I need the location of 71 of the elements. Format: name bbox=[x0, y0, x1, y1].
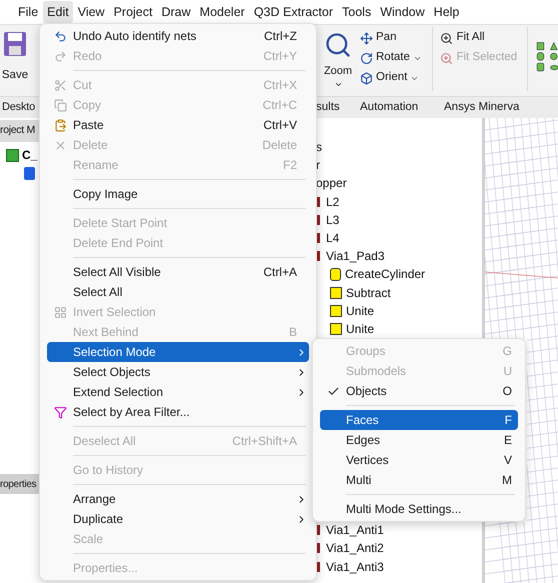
menu-bar-item[interactable]: View bbox=[74, 1, 109, 23]
fit-tool-button[interactable]: Fit All bbox=[440, 29, 518, 47]
zoom-fit-icon bbox=[440, 32, 454, 44]
tree-item[interactable]: Via1_Pad3 bbox=[326, 247, 384, 266]
project-icon bbox=[6, 148, 19, 162]
menu-item[interactable]: Selection Mode bbox=[47, 342, 309, 362]
tree-item[interactable]: Unite bbox=[346, 302, 374, 320]
tree-item[interactable]: Unite bbox=[346, 320, 374, 338]
move-icon bbox=[360, 32, 373, 44]
save-button[interactable]: Save bbox=[0, 25, 30, 84]
operation-icon bbox=[330, 322, 342, 335]
zoom-button[interactable]: Zoom bbox=[320, 25, 356, 88]
menu-item[interactable]: Vertices V bbox=[320, 450, 518, 470]
ribbon-tab[interactable]: sults bbox=[316, 98, 360, 116]
menu-item[interactable]: Multi M bbox=[320, 470, 518, 490]
clipboard-icon bbox=[54, 118, 66, 132]
grid-icon bbox=[54, 306, 66, 318]
rotate-icon bbox=[360, 52, 373, 64]
ribbon-tab[interactable]: Deskto bbox=[2, 99, 38, 116]
copy-icon bbox=[54, 98, 66, 112]
tree-item[interactable]: opper bbox=[316, 174, 347, 192]
tree-item[interactable]: L4 bbox=[326, 229, 340, 248]
menu-bar-item[interactable]: Edit bbox=[43, 1, 73, 23]
menu-item[interactable]: Select All Visible Ctrl+A bbox=[47, 262, 309, 282]
menu-item[interactable]: Select by Area Filter... bbox=[47, 402, 309, 422]
design-icon bbox=[24, 167, 35, 180]
menu-item[interactable]: Arrange bbox=[47, 489, 309, 509]
ribbon-tab[interactable]: Ansys Minerva bbox=[444, 98, 520, 116]
close-icon bbox=[54, 138, 66, 152]
menu-bar-item[interactable]: Project bbox=[110, 1, 156, 23]
menu-bar-item[interactable]: Help bbox=[430, 1, 464, 23]
tree-item[interactable]: L3 bbox=[326, 210, 340, 229]
menu-item[interactable]: Objects O bbox=[320, 381, 518, 401]
menu-item[interactable]: Edges E bbox=[320, 430, 518, 450]
menu-item[interactable]: Select All bbox=[47, 282, 309, 302]
menu-bar-item[interactable]: Window bbox=[376, 1, 429, 23]
tree-item[interactable]: Subtract bbox=[346, 284, 391, 302]
cylinder-icon bbox=[330, 268, 341, 281]
view-tool-button[interactable]: Rotate bbox=[360, 49, 422, 67]
redo-icon bbox=[54, 50, 66, 62]
ribbon-tab[interactable]: Automation bbox=[360, 98, 444, 116]
tree-item[interactable]: Via1_Anti1 bbox=[326, 521, 384, 540]
menu-item[interactable]: Multi Mode Settings... bbox=[320, 499, 518, 519]
cube-icon bbox=[360, 72, 373, 84]
view-tool-button[interactable]: Pan bbox=[360, 29, 422, 47]
menu-item[interactable]: Undo Auto identify nets Ctrl+Z bbox=[47, 26, 309, 46]
tree-item[interactable]: Via1_Anti2 bbox=[326, 539, 384, 558]
tree-item[interactable]: C_ bbox=[22, 146, 38, 164]
check-icon bbox=[326, 384, 340, 398]
menu-item[interactable]: Faces F bbox=[320, 410, 518, 430]
tree-item[interactable]: Via1_Anti3 bbox=[326, 558, 384, 576]
view-tool-button[interactable]: Orient bbox=[360, 69, 422, 87]
operation-icon bbox=[330, 304, 342, 317]
menu-bar-item[interactable]: Q3D Extractor bbox=[250, 1, 338, 23]
tree-item[interactable]: r bbox=[316, 156, 320, 174]
menu-item[interactable]: Extend Selection bbox=[47, 382, 309, 402]
tree-item[interactable]: L2 bbox=[326, 192, 340, 211]
undo-icon bbox=[54, 30, 66, 42]
menu-bar-item[interactable]: File bbox=[14, 1, 42, 23]
menu-item[interactable]: Duplicate bbox=[47, 509, 309, 529]
operation-icon bbox=[330, 286, 342, 299]
zoom-fit-icon bbox=[440, 52, 454, 64]
funnel-icon bbox=[54, 406, 66, 418]
menu-item[interactable]: Copy Image bbox=[47, 184, 309, 204]
menu-bar-item[interactable]: Tools bbox=[338, 1, 376, 23]
menu-bar-item[interactable]: Modeler bbox=[196, 1, 249, 23]
menu-item[interactable]: Select Objects bbox=[47, 362, 309, 382]
menu-bar-item[interactable]: Draw bbox=[157, 1, 195, 23]
magnifier-icon bbox=[324, 31, 352, 59]
tree-item[interactable]: CreateCylinder bbox=[345, 265, 426, 284]
scissors-icon bbox=[54, 78, 66, 92]
